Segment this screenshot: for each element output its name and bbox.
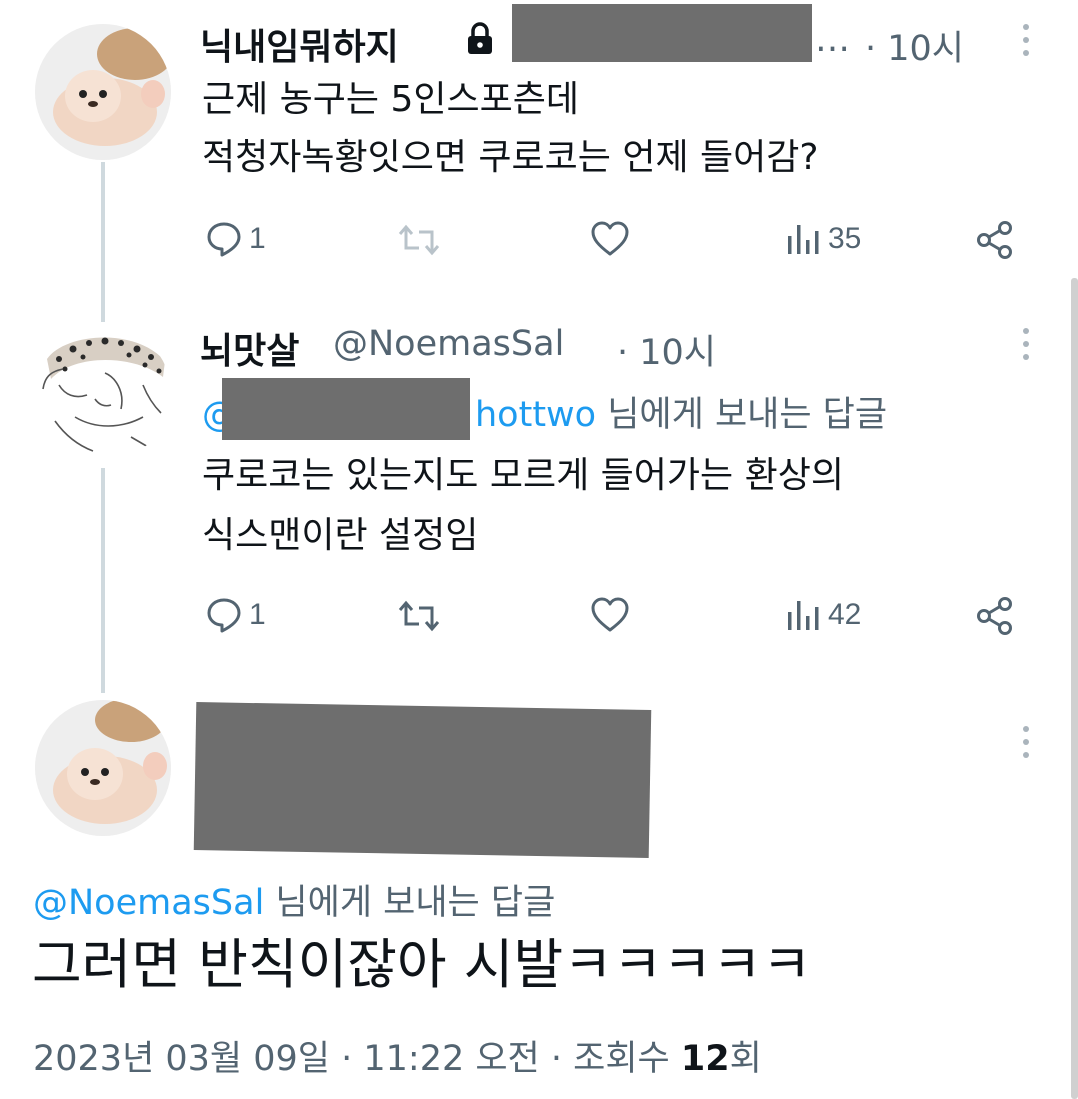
tweet-date[interactable]: 2023년 03월 09일 · 11:22 오전 · 조회수 <box>33 1039 681 1079</box>
display-name[interactable]: 뇌맛살 <box>200 322 299 374</box>
avatar[interactable] <box>35 24 171 160</box>
lock-icon <box>465 22 495 60</box>
views-count: 35 <box>828 222 862 255</box>
reply-icon <box>207 222 241 257</box>
views-count: 42 <box>828 598 862 631</box>
redacted-reply-handle <box>222 378 470 440</box>
share-button[interactable] <box>975 220 1015 260</box>
user-handle[interactable]: @NoemasSal <box>333 324 564 364</box>
reply-button[interactable]: 1 <box>205 596 266 634</box>
retweet-button[interactable] <box>397 222 441 258</box>
share-icon <box>977 221 1012 259</box>
retweet-icon <box>398 224 440 256</box>
sketch-character-avatar-image <box>35 325 171 461</box>
tweet-text-line-2: 식스맨이란 설정임 <box>202 515 479 556</box>
avatar[interactable] <box>35 325 171 461</box>
tweet-meta: 2023년 03월 09일 · 11:22 오전 · 조회수 12회 <box>33 1030 762 1081</box>
display-name[interactable]: 닉내임뭐하지 <box>200 18 399 70</box>
scrollbar[interactable] <box>1071 278 1078 1099</box>
more-icon[interactable] <box>1016 324 1036 364</box>
reply-to-mention-suffix[interactable]: hottwo <box>475 395 596 435</box>
like-button[interactable] <box>590 596 630 634</box>
more-icon[interactable] <box>1016 20 1036 60</box>
tweet-time[interactable]: · 10시 <box>617 324 716 375</box>
reply-to-label: 님에게 보내는 답글 <box>264 883 556 923</box>
heart-icon <box>591 597 629 632</box>
reply-icon <box>207 598 241 633</box>
heart-icon <box>591 221 629 256</box>
views-button[interactable]: 35 <box>786 222 861 256</box>
more-icon[interactable] <box>1016 722 1036 762</box>
tweet-text-line-2: 적청자녹황잇으면 쿠로코는 언제 들어감? <box>202 137 819 178</box>
reply-count: 1 <box>249 222 266 255</box>
reply-count: 1 <box>249 598 266 631</box>
tweet-time[interactable]: · 10시 <box>865 20 964 71</box>
thread-line-1 <box>101 162 105 322</box>
tweet-text-line-1: 쿠로코는 있는지도 모르게 들어가는 환상의 <box>202 455 844 496</box>
share-icon <box>977 597 1012 635</box>
handle-ellipsis: … <box>815 20 850 60</box>
views-icon <box>788 601 819 630</box>
view-count-suffix: 회 <box>729 1039 762 1079</box>
redacted-handle <box>512 4 812 62</box>
like-button[interactable] <box>590 220 630 258</box>
views-button[interactable]: 42 <box>786 598 861 632</box>
redacted-user-info <box>193 702 652 858</box>
share-button[interactable] <box>975 596 1015 636</box>
reply-to-label: 님에게 보내는 답글 <box>596 395 888 435</box>
seal-plush-avatar-image <box>35 700 171 836</box>
focused-tweet-text: 그러면 반칙이잖아 시발ㅋㅋㅋㅋㅋ <box>32 933 812 996</box>
thread-line-2 <box>101 468 105 693</box>
avatar[interactable] <box>35 700 171 836</box>
views-icon <box>788 225 819 254</box>
reply-to-mention[interactable]: @NoemasSal <box>33 883 264 923</box>
retweet-icon <box>398 600 440 632</box>
retweet-button[interactable] <box>397 598 441 634</box>
reply-button[interactable]: 1 <box>205 220 266 258</box>
seal-plush-avatar-image <box>35 24 171 160</box>
tweet-text-line-1: 근제 농구는 5인스포츤데 <box>202 79 579 120</box>
view-count: 12 <box>680 1039 730 1079</box>
reply-to-line: @NoemasSal 님에게 보내는 답글 <box>33 874 555 925</box>
